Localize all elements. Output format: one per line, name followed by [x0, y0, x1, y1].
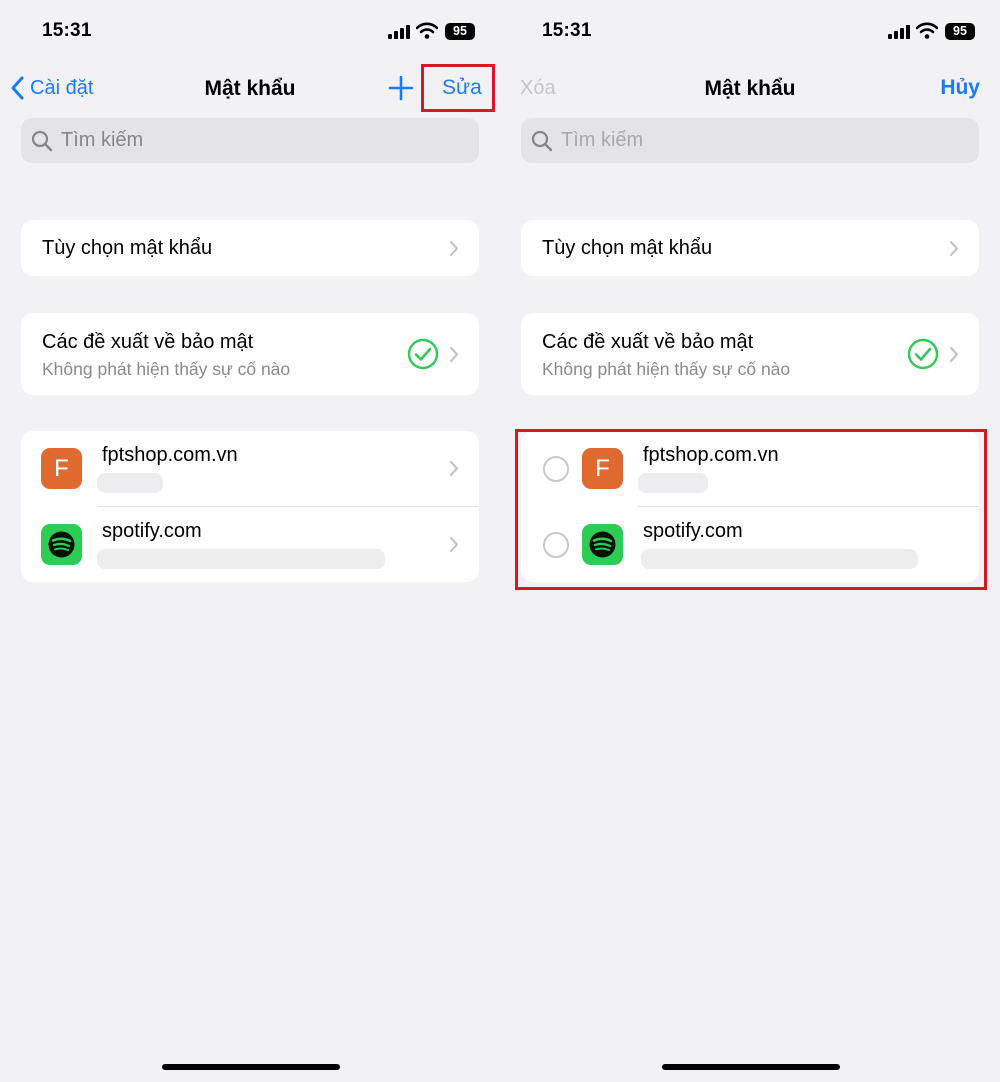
security-recommendations-subtitle: Không phát hiện thấy sự cố nào — [42, 359, 291, 379]
checkmark-circle-icon — [407, 338, 439, 370]
home-indicator — [662, 1064, 840, 1070]
search-placeholder: Tìm kiếm — [561, 129, 644, 151]
cellular-signal-icon — [388, 25, 410, 39]
search-placeholder: Tìm kiếm — [61, 129, 144, 151]
edit-button-highlight — [421, 64, 495, 112]
password-list-highlight — [515, 429, 987, 590]
cellular-signal-icon — [888, 25, 910, 39]
password-list: F fptshop.com.vn spotify.com — [21, 431, 479, 582]
security-recommendations-subtitle: Không phát hiện thấy sự cố nào — [542, 359, 791, 379]
chevron-right-icon — [949, 240, 959, 257]
battery-indicator: 95 — [945, 23, 975, 40]
password-options-label: Tùy chọn mật khẩu — [42, 237, 213, 259]
search-field[interactable]: Tìm kiếm — [21, 118, 479, 163]
search-field[interactable]: Tìm kiếm — [521, 118, 979, 163]
cancel-button[interactable]: Hủy — [940, 76, 980, 100]
status-time: 15:31 — [42, 20, 92, 41]
status-bar: 15:31 95 — [500, 0, 1000, 62]
security-recommendations-row[interactable]: Các đề xuất về bảo mật Không phát hiện t… — [521, 313, 979, 395]
password-row-spotify[interactable]: spotify.com — [21, 507, 479, 582]
fpt-letter-icon: F — [41, 448, 82, 489]
chevron-right-icon — [449, 240, 459, 257]
chevron-right-icon — [949, 346, 959, 363]
search-icon — [531, 130, 553, 152]
password-options-label: Tùy chọn mật khẩu — [542, 237, 713, 259]
checkmark-circle-icon — [907, 338, 939, 370]
username-redacted — [97, 473, 163, 493]
search-icon — [31, 130, 53, 152]
security-recommendations-row[interactable]: Các đề xuất về bảo mật Không phát hiện t… — [21, 313, 479, 395]
page-title: Mật khẩu — [704, 77, 796, 100]
password-row-fptshop[interactable]: F fptshop.com.vn — [21, 431, 479, 506]
comparison-screens: 15:31 95 Cài đặt Mật khẩu Sửa Tìm kiếm T… — [0, 0, 1000, 1082]
navigation-bar: Xóa Mật khẩu Hủy — [500, 62, 1000, 116]
username-redacted — [97, 549, 385, 569]
spotify-icon — [41, 524, 82, 565]
security-recommendations-title: Các đề xuất về bảo mật — [42, 331, 254, 353]
chevron-right-icon — [449, 536, 459, 553]
password-options-row[interactable]: Tùy chọn mật khẩu — [21, 220, 479, 276]
chevron-right-icon — [449, 346, 459, 363]
add-password-button[interactable] — [388, 75, 414, 101]
status-time: 15:31 — [542, 20, 592, 41]
wifi-icon — [916, 22, 938, 39]
status-bar: 15:31 95 — [0, 0, 500, 62]
security-recommendations-title: Các đề xuất về bảo mật — [542, 331, 754, 353]
chevron-right-icon — [449, 460, 459, 477]
battery-indicator: 95 — [445, 23, 475, 40]
site-name: fptshop.com.vn — [102, 444, 238, 466]
password-options-row[interactable]: Tùy chọn mật khẩu — [521, 220, 979, 276]
site-name: spotify.com — [102, 520, 202, 542]
wifi-icon — [416, 22, 438, 39]
passwords-screen-normal: 15:31 95 Cài đặt Mật khẩu Sửa Tìm kiếm T… — [0, 0, 500, 1082]
home-indicator — [162, 1064, 340, 1070]
